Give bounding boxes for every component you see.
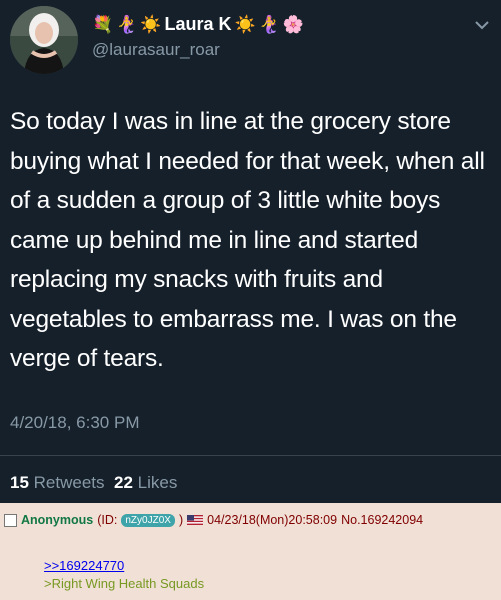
- emoji-bouquet: 💐: [92, 14, 114, 34]
- post-date: 04/23/18(Mon)20:58:09: [207, 513, 338, 527]
- tweet-text: So today I was in line at the grocery st…: [10, 108, 485, 372]
- display-name: Laura K: [164, 13, 232, 34]
- quote-link[interactable]: >>169224770: [44, 558, 124, 573]
- post-select-checkbox[interactable]: [4, 513, 17, 527]
- like-label[interactable]: Likes: [138, 473, 178, 492]
- poster-id-badge[interactable]: nZy0JZ0X: [121, 513, 175, 527]
- poster-name: Anonymous: [21, 513, 94, 527]
- post-header: Anonymous (ID: nZy0JZ0X ) 04/23/18(Mon)2…: [4, 513, 423, 527]
- emoji-mermaid: 🧜‍♀️: [116, 14, 138, 34]
- user-handle[interactable]: @laurasaur_roar: [92, 40, 220, 60]
- avatar-image: [10, 6, 78, 74]
- forum-post: Anonymous (ID: nZy0JZ0X ) 04/23/18(Mon)2…: [0, 503, 501, 600]
- emoji-mermaid: 🧜‍♀️: [258, 14, 280, 34]
- id-prefix: (ID:: [97, 513, 118, 527]
- emoji-blossom: 🌸: [282, 14, 305, 34]
- tweet-card: 💐 🧜‍♀️ ☀️ Laura K ☀️ 🧜‍♀️ 🌸 @laurasaur_r…: [0, 0, 501, 503]
- display-name-row[interactable]: 💐 🧜‍♀️ ☀️ Laura K ☀️ 🧜‍♀️ 🌸: [92, 10, 304, 38]
- like-count[interactable]: 22: [114, 473, 133, 492]
- chevron-down-icon[interactable]: [473, 16, 491, 34]
- greentext-line: >Right Wing Health Squads: [44, 576, 205, 591]
- post-number[interactable]: No.169242094: [341, 513, 423, 527]
- tweet-timestamp[interactable]: 4/20/18, 6:30 PM: [10, 413, 139, 433]
- emoji-sun: ☀️: [234, 14, 256, 34]
- tweet-stats: 15 Retweets 22 Likes: [10, 473, 177, 493]
- us-flag-icon: [187, 515, 204, 525]
- profile-avatar[interactable]: [10, 6, 78, 74]
- divider: [0, 455, 501, 456]
- id-suffix: ): [178, 513, 184, 527]
- retweet-label[interactable]: Retweets: [34, 473, 105, 492]
- retweet-count[interactable]: 15: [10, 473, 29, 492]
- emoji-sun: ☀️: [140, 14, 162, 34]
